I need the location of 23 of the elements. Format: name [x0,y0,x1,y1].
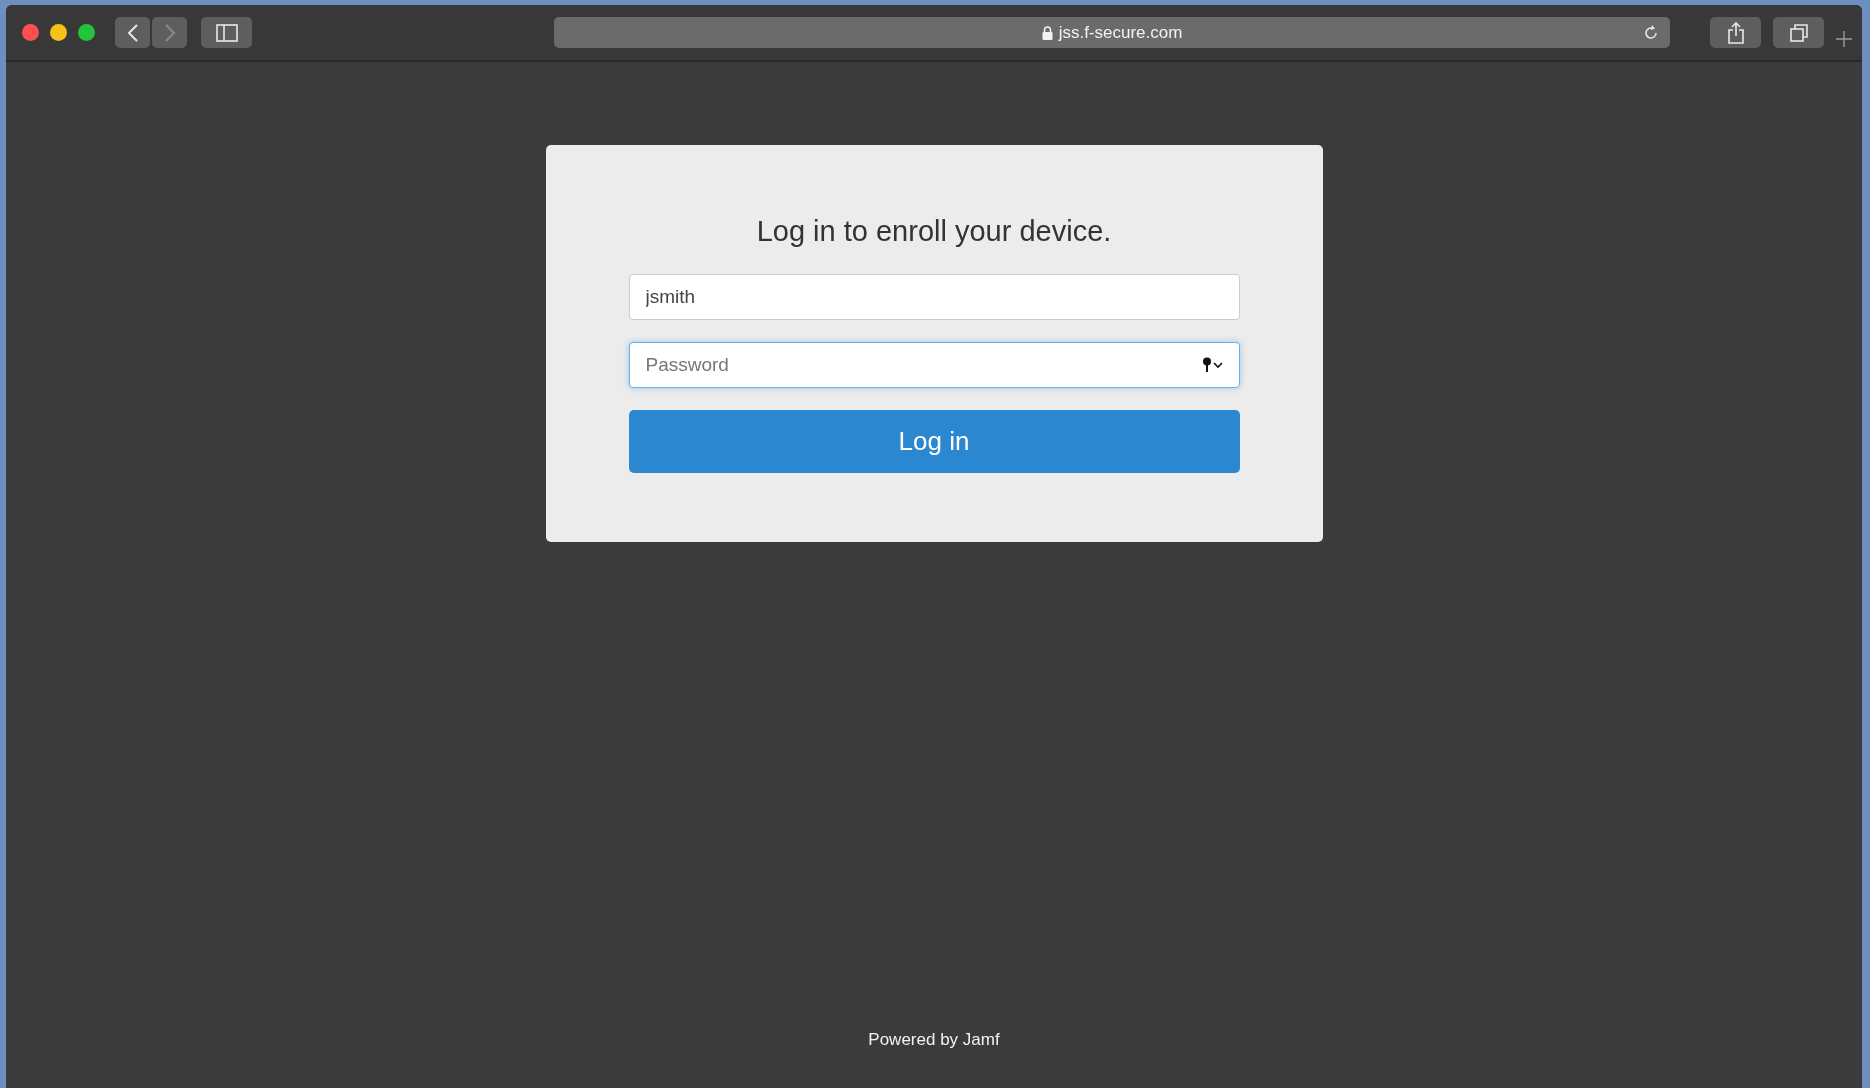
zoom-button[interactable] [78,24,95,41]
close-button[interactable] [22,24,39,41]
login-button[interactable]: Log in [628,410,1240,473]
chevron-left-icon [126,22,139,43]
login-title: Log in to enroll your device. [755,215,1113,248]
chevron-right-icon [163,22,176,43]
url-text: jss.f-secure.com [1058,22,1183,43]
address-bar[interactable]: jss.f-secure.com [554,17,1670,48]
password-field[interactable]: Password [628,342,1240,388]
tabs-icon [1788,22,1809,43]
key-icon[interactable] [1201,357,1224,373]
reload-icon[interactable] [1642,23,1660,42]
minimize-button[interactable] [50,24,67,41]
footer-text: Powered by Jamf [868,1030,1000,1050]
username-field[interactable]: jsmith [628,274,1240,320]
sidebar-icon [215,23,238,42]
lock-icon [1041,25,1053,40]
share-button[interactable] [1710,17,1761,48]
new-tab-icon[interactable] [1836,30,1852,47]
share-icon [1726,21,1745,44]
back-button[interactable] [115,17,150,48]
tabs-button[interactable] [1773,17,1824,48]
sidebar-button[interactable] [201,17,252,48]
